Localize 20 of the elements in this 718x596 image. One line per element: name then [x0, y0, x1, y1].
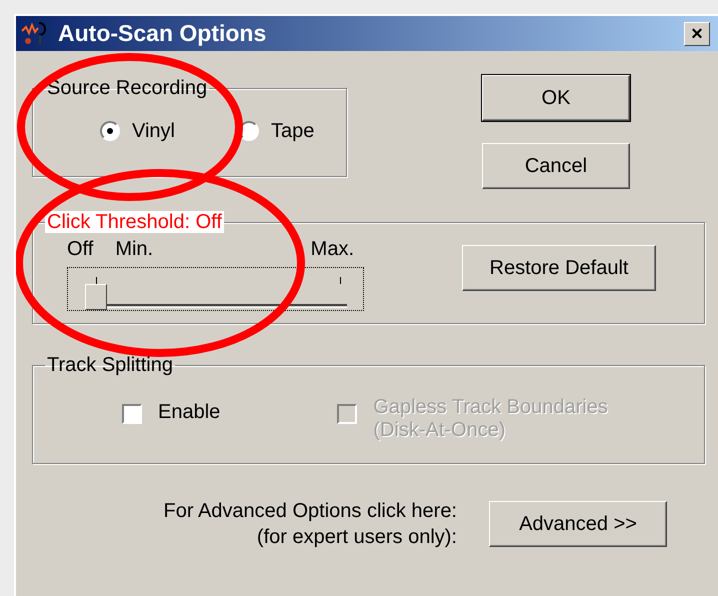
group-label: Source Recording: [46, 77, 208, 99]
advanced-button[interactable]: Advanced >>: [489, 501, 667, 547]
checkbox-label: Enable: [158, 401, 220, 424]
close-button[interactable]: ×: [684, 22, 710, 46]
slider-thumb[interactable]: [85, 284, 107, 310]
slider-track[interactable]: [67, 267, 364, 311]
slider-label: Min.: [115, 237, 154, 261]
checkbox[interactable]: [122, 404, 142, 424]
ok-button[interactable]: OK: [482, 75, 630, 121]
window-title: Auto-Scan Options: [58, 20, 266, 48]
radio-label: Vinyl: [132, 119, 175, 143]
group-label: Click Threshold: Off: [45, 211, 224, 233]
advanced-hint: For Advanced Options click here: (for expert users only):: [162, 499, 457, 550]
restore-default-button[interactable]: Restore Default: [462, 245, 656, 291]
radio-button[interactable]: [100, 121, 120, 141]
slider-label: Max.: [310, 237, 354, 261]
group-label: Track Splitting: [46, 354, 174, 376]
radio-label: Tape: [271, 119, 314, 143]
slider-label: Off: [67, 237, 94, 261]
cancel-button[interactable]: Cancel: [482, 143, 630, 189]
